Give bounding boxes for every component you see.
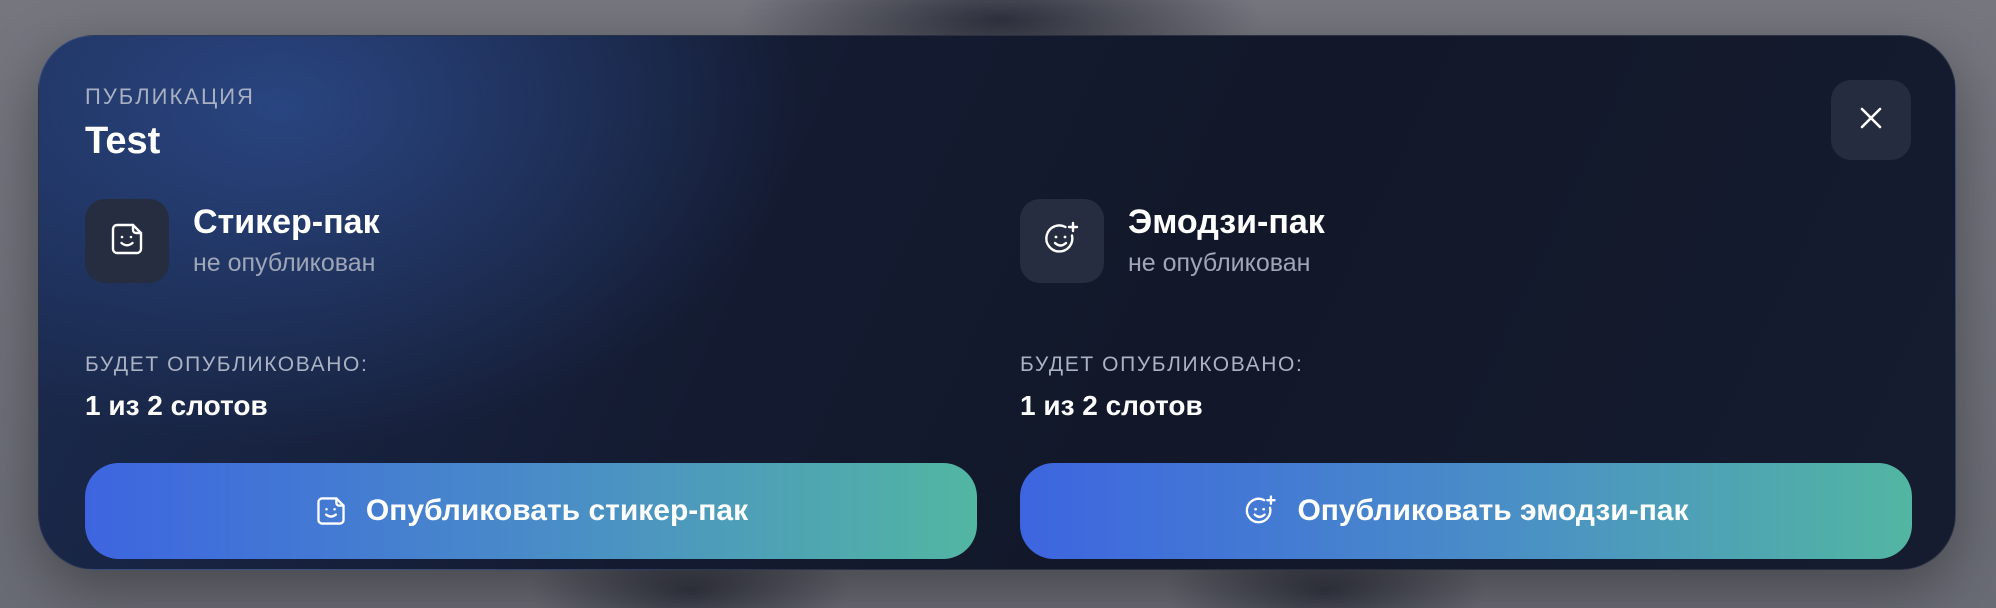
publish-sticker-pack-button[interactable]: Опубликовать стикер-пак xyxy=(85,463,977,559)
sticker-icon xyxy=(108,220,146,263)
dialog-title: Test xyxy=(85,120,161,162)
sticker-icon xyxy=(314,494,348,528)
sticker-will-publish-label: БУДЕТ ОПУБЛИКОВАНО: xyxy=(85,353,369,376)
publish-emoji-pack-label: Опубликовать эмодзи-пак xyxy=(1297,494,1689,527)
sticker-slots-count: 1 из 2 слотов xyxy=(85,390,268,421)
sticker-pack-name: Стикер-пак xyxy=(193,203,380,241)
emoji-pack-name: Эмодзи-пак xyxy=(1128,203,1325,241)
emoji-pack-status: не опубликован xyxy=(1128,249,1311,277)
emoji-add-icon xyxy=(1243,493,1279,529)
emoji-will-publish-label: БУДЕТ ОПУБЛИКОВАНО: xyxy=(1020,353,1304,376)
publish-sticker-pack-label: Опубликовать стикер-пак xyxy=(365,494,749,527)
sticker-pack-status: не опубликован xyxy=(193,249,376,277)
emoji-add-icon xyxy=(1042,219,1082,264)
close-icon xyxy=(1858,105,1884,136)
publish-dialog: ПУБЛИКАЦИЯ Test Стикер-пак не опубликова… xyxy=(38,35,1956,570)
emoji-slots-count: 1 из 2 слотов xyxy=(1020,390,1203,421)
dialog-eyebrow: ПУБЛИКАЦИЯ xyxy=(85,84,255,109)
publish-emoji-pack-button[interactable]: Опубликовать эмодзи-пак xyxy=(1020,463,1912,559)
close-button[interactable] xyxy=(1831,80,1911,160)
sticker-pack-icon-tile xyxy=(85,199,169,283)
emoji-pack-icon-tile xyxy=(1020,199,1104,283)
